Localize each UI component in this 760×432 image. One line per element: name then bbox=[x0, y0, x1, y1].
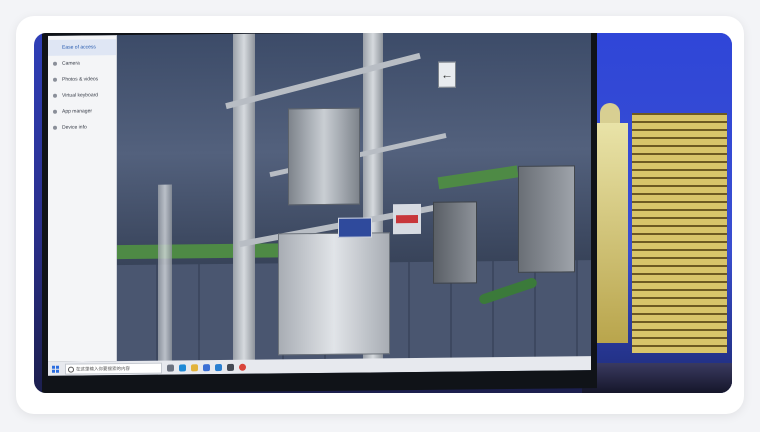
switch-box bbox=[518, 165, 575, 273]
panel-item-label: Device info bbox=[62, 124, 87, 131]
mail-icon[interactable] bbox=[215, 363, 222, 371]
store-icon[interactable] bbox=[203, 363, 210, 371]
background-pole bbox=[158, 184, 172, 375]
green-stripe-right bbox=[437, 165, 519, 190]
search-icon bbox=[68, 366, 74, 373]
task-view-icon[interactable] bbox=[167, 364, 174, 372]
edge-icon[interactable] bbox=[179, 363, 186, 371]
start-icon[interactable] bbox=[52, 365, 59, 373]
info-icon bbox=[53, 125, 57, 130]
apps-icon bbox=[53, 109, 57, 114]
panel-item-ease-of-access[interactable]: Ease of access bbox=[48, 39, 116, 56]
taskbar-search-input[interactable]: 在这里输入你要搜索的内容 bbox=[65, 362, 162, 375]
search-placeholder: 在这里输入你要搜索的内容 bbox=[76, 365, 130, 372]
info-sign bbox=[338, 217, 372, 238]
meter-box bbox=[433, 201, 477, 284]
settings-panel: Ease of access Camera Photos & videos Vi… bbox=[48, 35, 117, 362]
tower-right bbox=[632, 113, 727, 353]
transformer bbox=[288, 107, 360, 206]
tower-left bbox=[592, 123, 628, 343]
monitor: ← Ease of access Camera Photos & videos bbox=[42, 33, 597, 393]
panel-item-label: Photos & videos bbox=[62, 76, 99, 83]
panel-item-label: Virtual keyboard bbox=[62, 92, 99, 99]
panel-item-device-info[interactable]: Device info bbox=[48, 119, 116, 136]
photo-frame: ← Ease of access Camera Photos & videos bbox=[34, 33, 732, 393]
panel-item-photos-videos[interactable]: Photos & videos bbox=[48, 71, 116, 88]
panel-item-camera[interactable]: Camera bbox=[48, 55, 116, 72]
app-icon[interactable] bbox=[227, 363, 234, 371]
arrow-sign: ← bbox=[438, 61, 456, 88]
panel-item-label: App manager bbox=[62, 108, 93, 115]
waterfront bbox=[582, 363, 732, 393]
panel-item-label: Camera bbox=[62, 60, 80, 67]
photo-icon bbox=[53, 77, 57, 82]
panel-item-virtual-keyboard[interactable]: Virtual keyboard bbox=[48, 87, 116, 104]
utility-pole-left bbox=[233, 33, 255, 364]
camera-icon bbox=[53, 61, 57, 66]
keyboard-icon bbox=[53, 93, 57, 98]
chrome-icon[interactable] bbox=[239, 363, 246, 371]
panel-item-label: Ease of access bbox=[62, 44, 96, 51]
distribution-cabinet bbox=[278, 232, 390, 356]
warning-sign bbox=[393, 203, 421, 235]
green-stripe-left bbox=[116, 243, 296, 260]
file-explorer-icon[interactable] bbox=[191, 363, 198, 371]
city-backdrop bbox=[582, 33, 732, 393]
monitor-screen: ← Ease of access Camera Photos & videos bbox=[48, 33, 591, 376]
panel-item-app-manager[interactable]: App manager bbox=[48, 103, 116, 120]
